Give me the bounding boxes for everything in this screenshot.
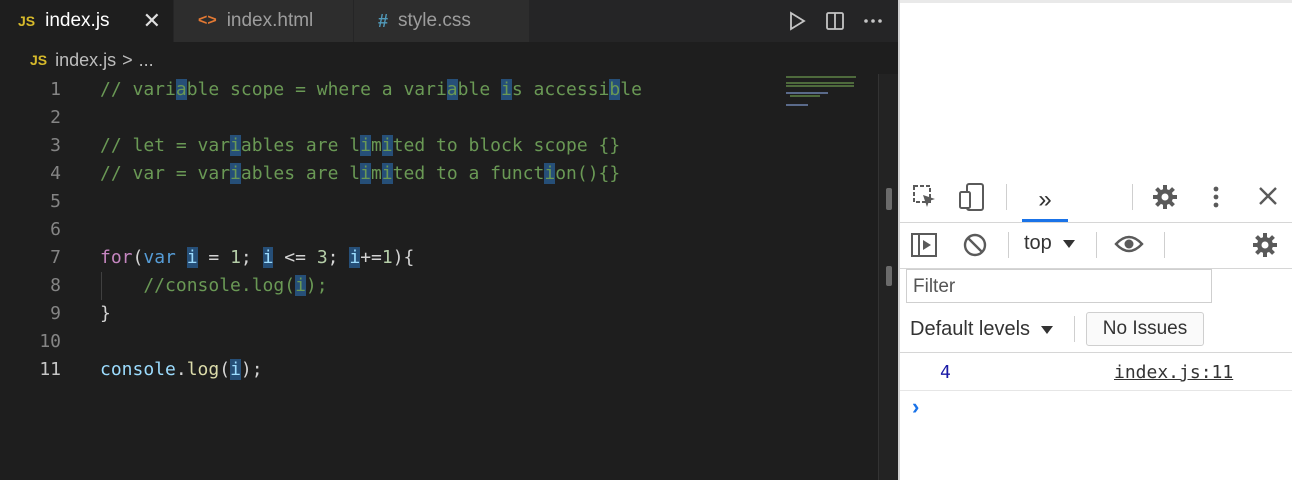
line-content: } [100, 303, 111, 324]
line-content: console.log(i); [100, 359, 263, 380]
css-file-icon: # [378, 10, 389, 31]
console-prompt[interactable]: › [912, 394, 919, 420]
minimap-line [786, 82, 854, 84]
minimap-line [786, 76, 856, 78]
code-line: 7 for(var i = 1; i <= 3; i+=1){ [0, 244, 880, 272]
context-label: top [1024, 232, 1052, 254]
code-line: 9} [0, 300, 880, 328]
line-number: 9 [50, 303, 61, 324]
vertical-scrollbar[interactable] [878, 74, 899, 480]
line-number: 10 [39, 331, 61, 352]
inspect-element-icon[interactable] [912, 184, 938, 210]
minimap[interactable] [786, 74, 880, 114]
tab-label: index.js [45, 10, 110, 31]
breadcrumb: JS index.js > ... [0, 46, 154, 74]
tab-label: style.css [398, 10, 471, 31]
line-content: // variable scope = where a variable is … [100, 79, 642, 100]
line-number: 6 [50, 219, 61, 240]
line-content: //console.log(i); [100, 275, 328, 296]
toolbar-divider [1132, 184, 1133, 210]
toolbar-divider [1074, 316, 1075, 342]
tab-index-html[interactable]: <> index.html [174, 0, 354, 42]
line-number: 1 [50, 79, 61, 100]
code-line: 4 // var = variables are limited to a fun… [0, 160, 880, 188]
line-number: 2 [50, 107, 61, 128]
editor-actions [786, 0, 884, 42]
devtools-panel: » top Filter Default levels No Issues 4 … [898, 0, 1292, 480]
line-number: 8 [50, 275, 61, 296]
minimap-line [790, 95, 820, 97]
code-line: 10 [0, 328, 880, 356]
code-line: 2 [0, 104, 880, 132]
scrollbar-thumb[interactable] [886, 188, 892, 210]
more-actions-icon[interactable] [862, 10, 884, 32]
chevron-right-icon: > [122, 49, 133, 70]
issues-button[interactable]: No Issues [1086, 312, 1204, 346]
html-file-icon: <> [198, 12, 217, 29]
console-settings-icon[interactable] [1252, 232, 1278, 258]
context-selector[interactable]: top [1024, 232, 1076, 255]
show-sidebar-icon[interactable] [910, 232, 938, 258]
run-icon[interactable] [786, 10, 808, 32]
breadcrumb-file[interactable]: index.js [55, 50, 116, 71]
minimap-line [786, 92, 828, 94]
toolbar-divider [1164, 232, 1165, 258]
dropdown-arrow-icon [1041, 325, 1054, 334]
line-number: 11 [39, 359, 61, 380]
devtools-tab-bar: » [900, 172, 1292, 223]
code-line: 1 // variable scope = where a variable is… [0, 76, 880, 104]
live-expression-eye-icon[interactable] [1114, 234, 1144, 254]
more-options-icon[interactable] [1206, 184, 1226, 210]
js-file-icon: JS [30, 52, 48, 68]
code-line: 6 [0, 216, 880, 244]
line-number: 4 [50, 163, 61, 184]
settings-icon[interactable] [1152, 184, 1178, 210]
device-toolbar-icon[interactable] [958, 182, 986, 212]
filter-input[interactable]: Filter [906, 269, 1212, 303]
minimap-line [786, 85, 854, 87]
code-line: 3 // let = variables are limited to block… [0, 132, 880, 160]
log-levels-label: Default levels [910, 318, 1031, 340]
close-devtools-icon[interactable] [1256, 184, 1280, 208]
line-content: // var = variables are limited to a func… [100, 163, 621, 184]
editor-tab-bar: JS index.js ✕ <> index.html # style.css [0, 0, 898, 42]
line-number: 3 [50, 135, 61, 156]
clear-console-icon[interactable] [962, 232, 988, 258]
tab-style-css[interactable]: # style.css [354, 0, 530, 42]
breadcrumb-more[interactable]: ... [139, 50, 154, 71]
code-line: 5 [0, 188, 880, 216]
code-line: 8 //console.log(i); [0, 272, 880, 300]
log-source-link[interactable]: index.js:11 [1114, 362, 1233, 383]
line-number: 5 [50, 191, 61, 212]
log-value: 4 [940, 362, 951, 383]
toolbar-divider [1096, 232, 1097, 258]
log-levels-dropdown[interactable]: Default levels [910, 318, 1054, 341]
dropdown-arrow-icon [1062, 239, 1075, 248]
js-file-icon: JS [18, 13, 36, 29]
close-icon[interactable]: ✕ [143, 8, 161, 34]
more-tabs-button[interactable]: » [1022, 180, 1068, 222]
split-editor-icon[interactable] [824, 10, 846, 32]
scrollbar-thumb[interactable] [886, 266, 892, 286]
console-message: 4 index.js:11 [900, 354, 1292, 391]
code-area[interactable]: 1 // variable scope = where a variable is… [0, 76, 880, 384]
page-viewport [900, 0, 1292, 170]
line-content: for(var i = 1; i <= 3; i+=1){ [100, 247, 415, 268]
toolbar-divider [1006, 184, 1007, 210]
line-content: // let = variables are limited to block … [100, 135, 621, 156]
toolbar-divider [1008, 232, 1009, 258]
tab-label: index.html [226, 10, 314, 31]
code-editor: JS index.js ✕ <> index.html # style.css … [0, 0, 899, 480]
minimap-line [786, 104, 808, 106]
code-line: 11 console.log(i); [0, 356, 880, 384]
line-number: 7 [50, 247, 61, 268]
console-filter-row: Default levels No Issues [900, 306, 1292, 353]
console-toolbar: top [900, 222, 1292, 269]
tab-index-js[interactable]: JS index.js ✕ [0, 0, 174, 42]
